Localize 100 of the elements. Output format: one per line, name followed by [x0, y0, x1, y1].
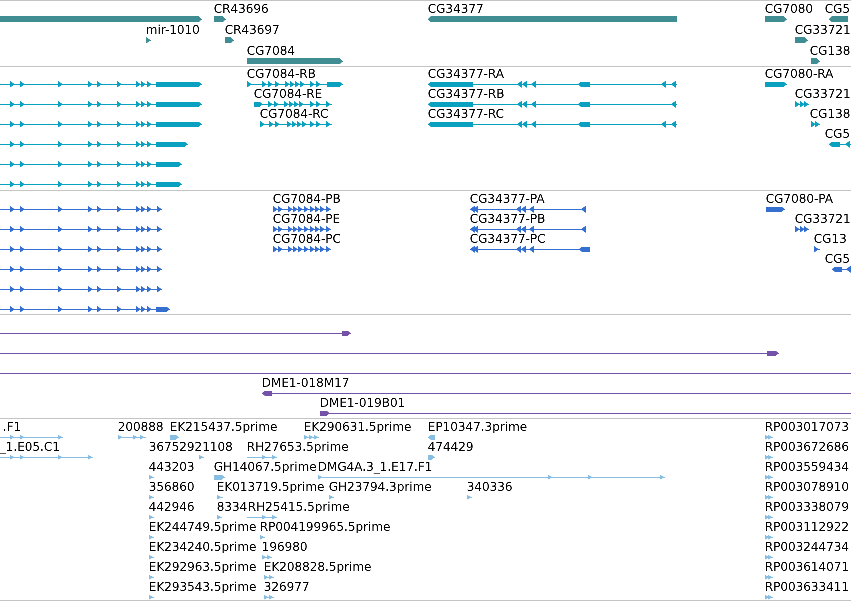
transcript-feature[interactable]	[829, 140, 851, 148]
est-arrow-icon[interactable]	[264, 594, 274, 600]
est-arrow-icon[interactable]	[149, 494, 154, 500]
transcript-label: CG7084-RC	[260, 107, 329, 121]
protein-feature[interactable]	[832, 266, 851, 272]
protein-feature[interactable]	[273, 246, 331, 252]
transcript-feature[interactable]	[247, 80, 343, 88]
est-label: EK013719.5prime	[217, 480, 325, 494]
est-label: RP003338079	[765, 500, 850, 514]
est-arrow-icon[interactable]	[765, 474, 773, 480]
transcript-feature[interactable]	[428, 80, 677, 88]
protein-arrow-icon[interactable]	[814, 246, 820, 252]
clone-line[interactable]	[262, 390, 851, 396]
est-label: RH25415.5prime	[248, 500, 350, 514]
gene-bar[interactable]	[829, 16, 848, 22]
clone-label: DME1-019B01	[320, 396, 406, 410]
est-feature[interactable]	[247, 454, 277, 460]
est-arrow-icon[interactable]	[217, 514, 222, 520]
gene-arrow-icon[interactable]	[811, 58, 820, 64]
transcript-feature[interactable]	[0, 160, 182, 168]
est-arrow-icon[interactable]	[199, 454, 204, 460]
est-arrow-icon[interactable]	[467, 494, 472, 500]
protein-feature[interactable]	[273, 226, 331, 232]
est-arrow-icon[interactable]	[149, 554, 154, 560]
gene-arrow-icon[interactable]	[795, 36, 808, 44]
gene-arrow-icon[interactable]	[214, 16, 226, 22]
est-feature[interactable]	[118, 434, 146, 440]
est-arrow-icon[interactable]	[765, 514, 773, 520]
protein-arrow-icon[interactable]	[795, 226, 809, 232]
transcript-label: CG34377-RB	[428, 87, 505, 101]
est-arrow-icon[interactable]	[149, 594, 154, 600]
est-feature[interactable]	[318, 474, 665, 480]
protein-feature[interactable]	[766, 206, 785, 212]
protein-feature[interactable]	[0, 206, 162, 212]
est-arrow-icon[interactable]	[149, 514, 154, 520]
protein-feature[interactable]	[0, 226, 162, 232]
clone-line[interactable]	[320, 410, 851, 416]
est-arrow-icon[interactable]	[149, 534, 154, 540]
protein-feature[interactable]	[470, 246, 590, 252]
transcript-feature[interactable]	[428, 120, 677, 128]
transcript-label: CG7080-RA	[765, 67, 834, 81]
gene-bar[interactable]	[247, 58, 343, 64]
protein-feature[interactable]	[470, 206, 586, 212]
transcript-feature[interactable]	[0, 120, 202, 128]
protein-label: CG13	[814, 232, 847, 246]
est-label: GH23794.3prime	[329, 480, 432, 494]
gene-arrow-icon[interactable]	[146, 36, 151, 44]
clone-line[interactable]	[0, 350, 779, 356]
protein-feature[interactable]	[0, 246, 162, 252]
est-arrow-icon[interactable]	[765, 494, 773, 500]
gene-bar[interactable]	[428, 16, 677, 22]
protein-label: CG34377-PC	[470, 232, 546, 246]
protein-feature[interactable]	[0, 266, 162, 272]
est-arrow-icon[interactable]	[765, 454, 773, 460]
est-label: 474429	[428, 440, 474, 454]
est-arrow-icon[interactable]	[765, 434, 773, 440]
gene-bar[interactable]	[0, 16, 202, 22]
transcript-feature[interactable]	[0, 140, 188, 148]
est-arrow-icon[interactable]	[260, 534, 265, 540]
transcript-feature[interactable]	[765, 80, 787, 88]
clone-line[interactable]	[0, 330, 351, 336]
est-arrow-icon[interactable]	[765, 574, 773, 580]
protein-feature[interactable]	[273, 206, 331, 212]
transcript-feature[interactable]	[0, 80, 202, 88]
est-feature[interactable]	[0, 454, 93, 460]
est-arrow-icon[interactable]	[149, 474, 154, 480]
transcript-label: CG7084-RB	[247, 67, 316, 81]
est-arrow-icon[interactable]	[214, 474, 225, 480]
est-feature[interactable]	[247, 514, 277, 520]
est-label: 356860	[149, 480, 195, 494]
est-arrow-icon[interactable]	[304, 434, 319, 440]
est-arrow-icon[interactable]	[149, 574, 154, 580]
transcript-label: CG33721	[795, 87, 851, 101]
est-arrow-icon[interactable]	[217, 494, 223, 500]
est-label: EP10347.3prime	[428, 420, 528, 434]
transcript-feature[interactable]	[0, 100, 202, 108]
protein-feature[interactable]	[0, 306, 170, 312]
transcript-feature[interactable]	[260, 120, 332, 128]
est-arrow-icon[interactable]	[428, 454, 435, 460]
est-feature[interactable]	[0, 434, 63, 440]
est-arrow-icon[interactable]	[765, 594, 773, 600]
est-arrow-icon[interactable]	[170, 434, 179, 440]
est-arrow-icon[interactable]	[264, 574, 274, 580]
transcript-feature[interactable]	[428, 100, 677, 108]
est-arrow-icon[interactable]	[329, 494, 334, 500]
est-arrow-icon[interactable]	[428, 434, 435, 440]
transcript-feature[interactable]	[254, 100, 332, 108]
protein-feature[interactable]	[0, 286, 162, 292]
est-arrow-icon[interactable]	[262, 554, 272, 560]
gene-arrow-icon[interactable]	[225, 36, 234, 44]
transcript-arrow-icon[interactable]	[811, 120, 820, 128]
est-label: EK292963.5prime	[149, 560, 257, 574]
gene-bar[interactable]	[765, 16, 787, 22]
est-arrow-icon[interactable]	[765, 534, 773, 540]
transcript-feature[interactable]	[0, 180, 182, 188]
transcript-arrow-icon[interactable]	[795, 100, 809, 108]
protein-feature[interactable]	[470, 226, 586, 232]
est-label: _1.E05.C1	[0, 440, 60, 454]
est-arrow-icon[interactable]	[765, 554, 773, 560]
protein-label: CG7084-PB	[273, 192, 342, 206]
